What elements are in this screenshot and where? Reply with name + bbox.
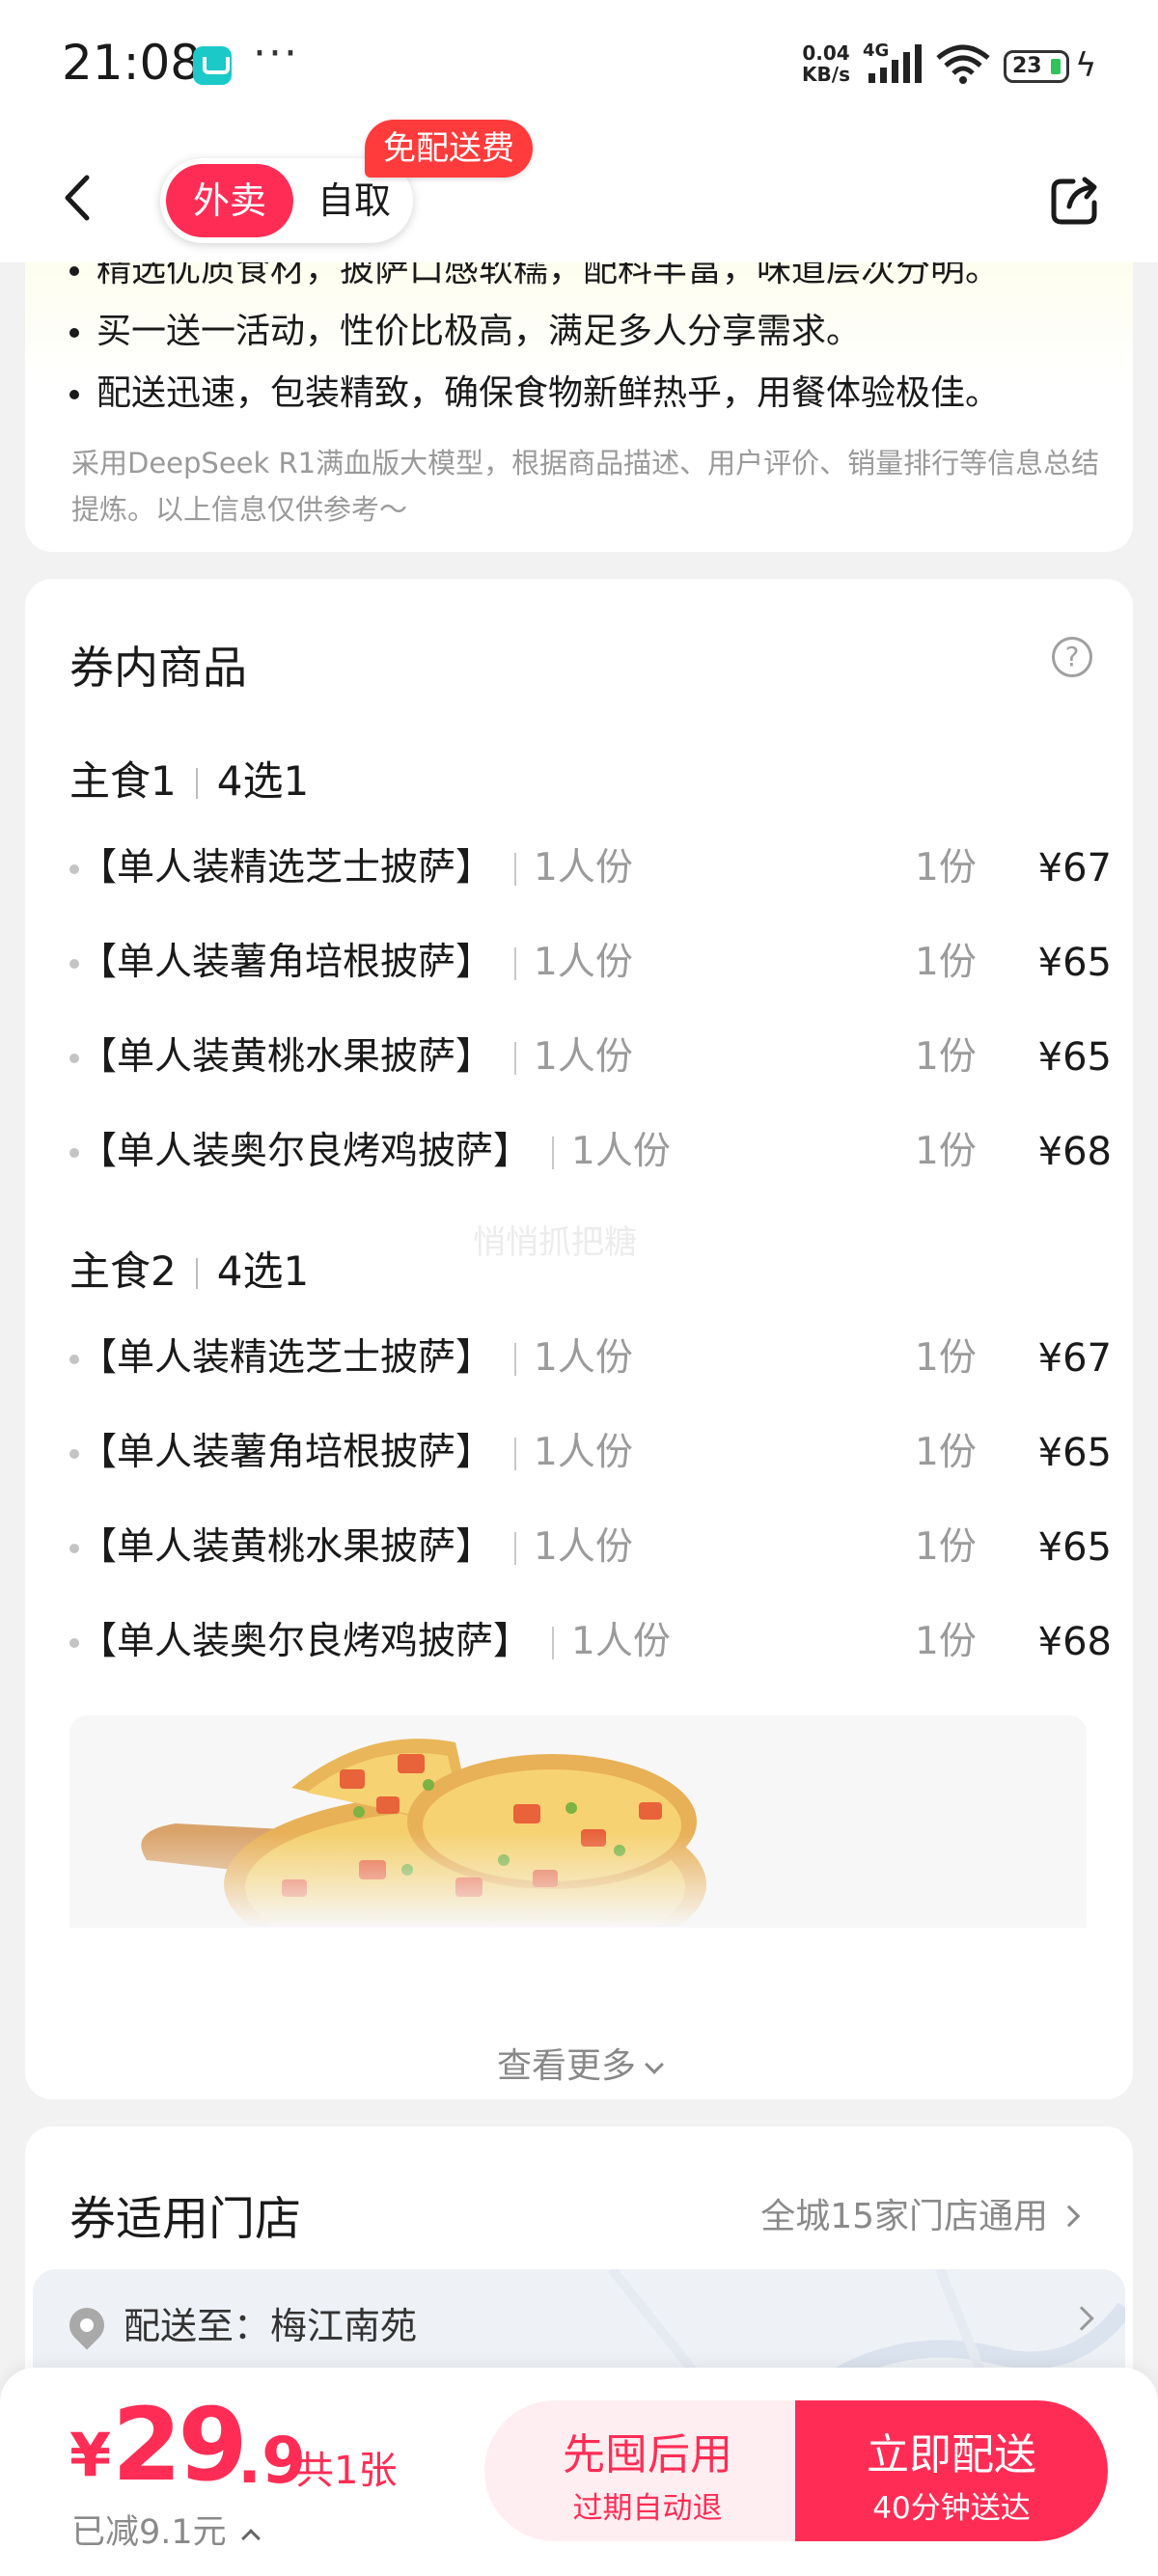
section-title: 券内商品: [69, 642, 247, 694]
list-item[interactable]: 【单人装奥尔良烤鸡披萨】 1人份 1份 ¥68: [69, 1613, 1112, 1671]
app-icon: [193, 46, 232, 85]
price-currency: ¥: [69, 2420, 112, 2490]
network-type: 4G: [863, 42, 889, 61]
list-item[interactable]: 【单人装奥尔良烤鸡披萨】 1人份 1份 ¥68: [69, 1123, 1112, 1181]
list-item[interactable]: 【单人装薯角培根披萨】 1人份 1份 ¥65: [69, 934, 1112, 992]
more-notifications-icon: ···: [253, 29, 299, 78]
see-more-button[interactable]: 查看更多: [25, 2038, 1133, 2088]
buy-now-use-later-button[interactable]: 先囤后用 过期自动退: [484, 2400, 811, 2541]
coupon-items-card: 券内商品 ? 主食1 4选1 【单人装精选芝士披萨】 1人份 1份 ¥67 【单人装薯角…: [25, 579, 1133, 2099]
chevron-up-icon: [240, 2529, 261, 2548]
price-integer: 29: [112, 2386, 248, 2504]
tab-delivery[interactable]: 外卖: [166, 164, 293, 237]
deliver-now-button[interactable]: 立即配送 40分钟送达: [795, 2400, 1108, 2541]
chevron-right-icon: [1058, 2205, 1081, 2228]
status-time: 21:08: [62, 35, 202, 91]
list-item[interactable]: 【单人装精选芝士披萨】 1人份 1份 ¥67: [69, 839, 1112, 897]
list-item[interactable]: 【单人装黄桃水果披萨】 1人份 1份 ¥65: [69, 1519, 1112, 1576]
all-stores-link[interactable]: 全城15家门店通用: [760, 2188, 1081, 2238]
summary-line: 配送迅速，包装精致，确保食物新鲜热乎，用餐体验极佳。: [69, 365, 1000, 415]
checkout-bar: ¥ 29 .9 共1张 已减9.1元 先囤后用 过期自动退 立即配送 40分钟送…: [0, 2368, 1158, 2576]
ai-disclaimer: 采用DeepSeek R1满血版大模型，根据商品描述、用户评价、销量排行等信息总…: [71, 447, 1100, 526]
status-bar: 21:08 ··· 0.04 KB/s 4G 23 ϟ: [0, 0, 1158, 131]
free-delivery-badge: 免配送费: [365, 120, 533, 178]
charging-icon: ϟ: [1075, 46, 1097, 85]
delivery-address[interactable]: 配送至：梅江南苑: [62, 2296, 417, 2350]
summary-line: 买一送一活动，性价比极高，满足多人分享需求。: [69, 303, 861, 353]
list-item[interactable]: 【单人装薯角培根披萨】 1人份 1份 ¥65: [69, 1424, 1112, 1482]
discount-detail-toggle[interactable]: 已减9.1元: [71, 2505, 261, 2554]
pizza-image: [69, 1715, 1087, 1928]
group-title: 主食2 4选1: [69, 1247, 310, 1295]
battery-icon: 23: [1004, 50, 1069, 83]
signal-icon: 4G: [863, 42, 922, 83]
pizza-illustration: [69, 1715, 1087, 1928]
section-title: 券适用门店: [69, 2192, 302, 2246]
network-speed: 0.04 KB/s: [795, 42, 857, 85]
group-title: 主食1 4选1: [69, 757, 310, 805]
battery-level: 23: [1012, 54, 1042, 78]
list-item[interactable]: 【单人装精选芝士披萨】 1人份 1份 ¥67: [69, 1329, 1112, 1387]
network-speed-unit: KB/s: [802, 63, 850, 86]
list-item[interactable]: 【单人装黄桃水果披萨】 1人份 1份 ¥65: [69, 1028, 1112, 1086]
coupon-count: 共1张: [295, 2449, 398, 2493]
back-arrow-icon[interactable]: [60, 174, 98, 222]
watermark: 悄悄抓把糖: [473, 1223, 637, 1262]
share-icon[interactable]: [1048, 174, 1102, 228]
top-nav: 外卖 自取: [0, 131, 1158, 262]
chevron-down-icon: [645, 2055, 664, 2074]
help-icon[interactable]: ?: [1052, 637, 1092, 677]
location-pin-icon: [62, 2300, 112, 2350]
network-speed-value: 0.04: [802, 41, 850, 65]
wifi-icon: [936, 44, 990, 84]
